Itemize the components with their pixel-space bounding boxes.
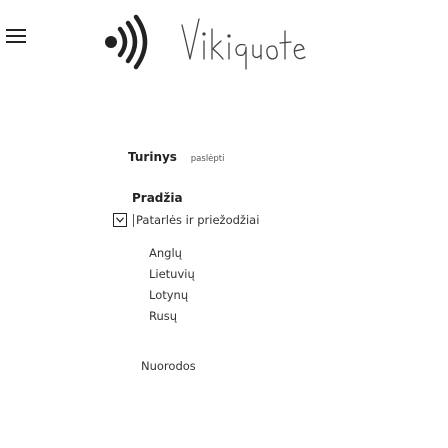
toc-subitem-anglu[interactable]: Anglų xyxy=(149,245,195,266)
page: Turinys paslėpti Pradžia Patarlės ir pri… xyxy=(0,0,448,448)
logo-wordmark xyxy=(181,18,306,70)
toc-subitem-lotynu[interactable]: Lotynų xyxy=(149,287,195,308)
section-link-pradzia[interactable]: Pradžia xyxy=(132,191,183,205)
header xyxy=(0,0,448,80)
hamburger-line xyxy=(6,29,26,31)
hamburger-line xyxy=(6,35,26,37)
chevron-down-icon xyxy=(116,217,124,223)
toc-item-patarles[interactable]: Patarlės ir priežodžiai xyxy=(133,214,259,227)
toc-subitem-lietuviu[interactable]: Lietuvių xyxy=(149,266,195,287)
hamburger-menu-icon[interactable] xyxy=(6,28,26,44)
toc-hide-toggle[interactable]: paslėpti xyxy=(191,154,225,164)
radio-waves-logo-icon xyxy=(105,14,148,70)
collapse-toggle-button[interactable] xyxy=(113,213,127,227)
toc-subitem-rusu[interactable]: Rusų xyxy=(149,308,195,329)
toc-item-nuorodos[interactable]: Nuorodos xyxy=(141,359,196,373)
toc-subitems: Anglų Lietuvių Lotynų Rusų xyxy=(149,245,195,329)
hamburger-line xyxy=(6,41,26,43)
toc-title: Turinys xyxy=(128,150,177,164)
site-logo[interactable] xyxy=(86,5,366,75)
toc-header: Turinys paslėpti xyxy=(128,150,225,164)
